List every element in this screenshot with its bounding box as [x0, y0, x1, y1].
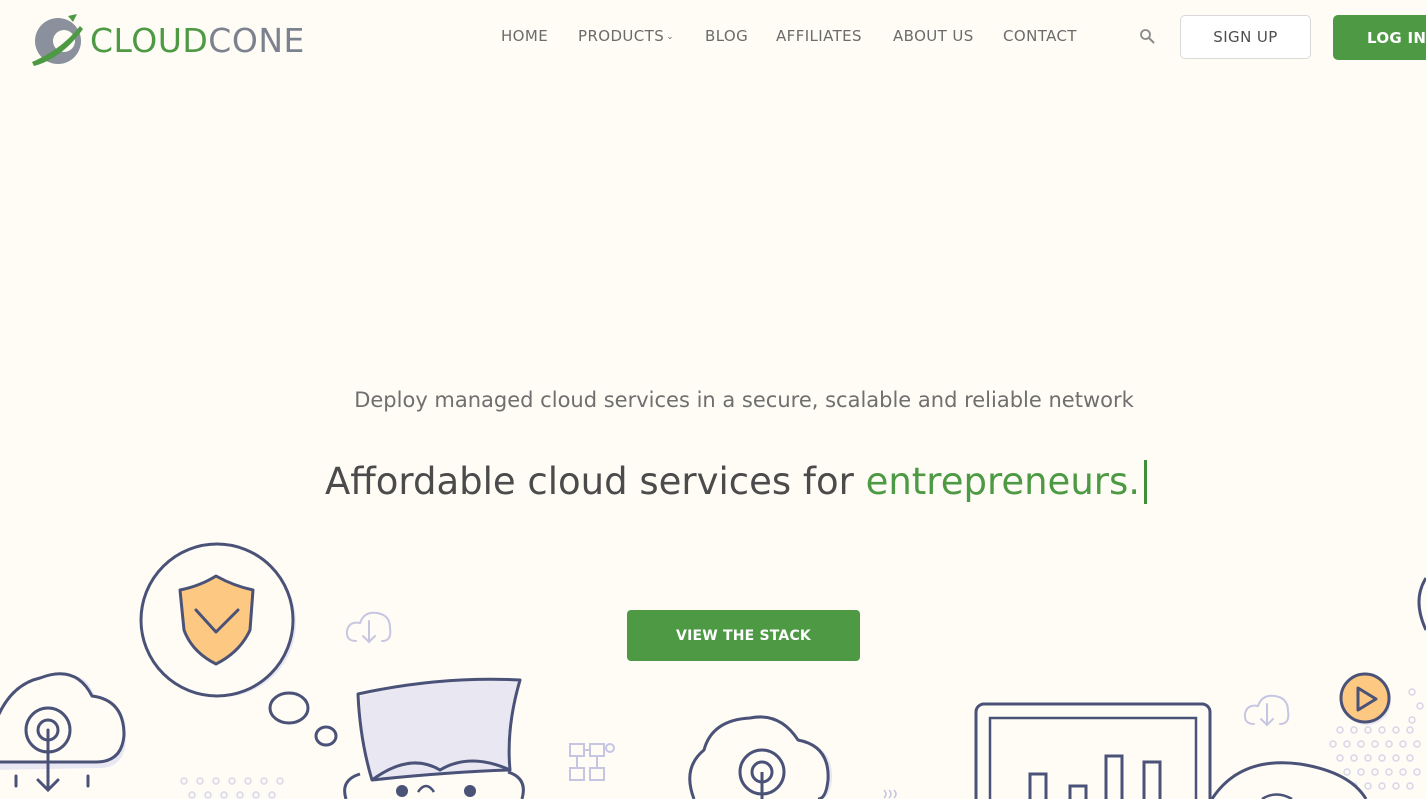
- nav-products-label: PRODUCTS: [578, 27, 665, 45]
- chevron-down-icon: ⌄: [666, 32, 675, 42]
- brand-name-cone: CONE: [208, 20, 305, 60]
- nav-affiliates[interactable]: AFFILIATES: [776, 27, 862, 45]
- cloud-touch-icon-center: [688, 715, 833, 799]
- sign-up-button[interactable]: SIGN UP: [1180, 15, 1311, 59]
- nav-about-us[interactable]: ABOUT US: [893, 27, 974, 45]
- brand-logo[interactable]: CLOUDCONE: [28, 12, 305, 68]
- brand-name-cloud: CLOUD: [90, 20, 209, 60]
- view-the-stack-button[interactable]: VIEW THE STACK: [627, 610, 860, 661]
- cloudcone-logo-icon: [32, 14, 83, 66]
- brand-name: CLOUDCONE: [90, 24, 305, 57]
- wave-marks: [883, 789, 897, 799]
- flowchart-icon: [569, 743, 615, 781]
- partial-circle-right: [1417, 577, 1426, 631]
- cloud-download-icon-right: [1243, 694, 1290, 727]
- monitor-chart-icon: [974, 702, 1212, 799]
- shield-icon: [139, 542, 338, 747]
- dot-pattern-left: [180, 777, 284, 799]
- globe-outline: [1210, 761, 1368, 799]
- nav-products[interactable]: PRODUCTS ⌄: [578, 27, 674, 45]
- typing-caret: [1144, 460, 1148, 504]
- nav-contact[interactable]: CONTACT: [1003, 27, 1077, 45]
- cloud-touch-icon: [0, 672, 127, 793]
- search-icon[interactable]: [1139, 28, 1155, 44]
- hero-illustration: [0, 542, 1426, 799]
- nav-blog[interactable]: BLOG: [705, 27, 748, 45]
- log-in-button[interactable]: LOG IN: [1333, 15, 1426, 60]
- page: CLOUDCONE HOME PRODUCTS ⌄ BLOG AFFILIATES…: [0, 0, 1426, 799]
- cloud-download-icon: [345, 611, 392, 644]
- nav-home[interactable]: HOME: [501, 27, 548, 45]
- hero-title-prefix: Affordable cloud services for: [324, 460, 866, 503]
- person-illustration: [343, 677, 525, 799]
- hero-subtitle: Deploy managed cloud services in a secur…: [354, 388, 1134, 412]
- hero-title-highlight: entrepreneurs.: [865, 460, 1141, 503]
- play-icon: [1339, 672, 1391, 725]
- hero-title: Affordable cloud services for entreprene…: [0, 460, 1426, 504]
